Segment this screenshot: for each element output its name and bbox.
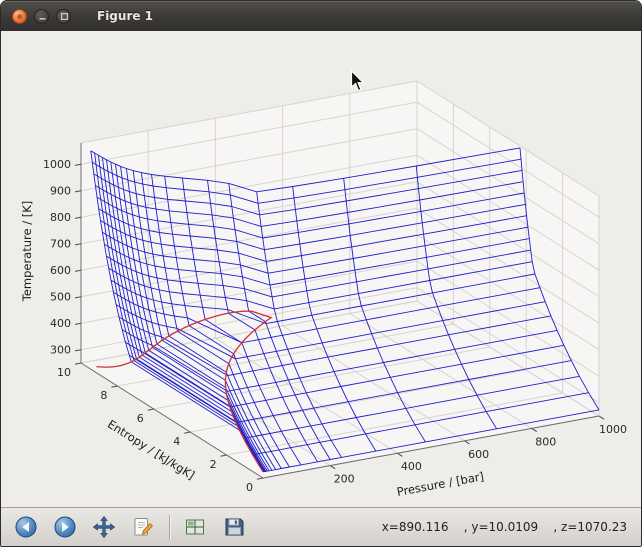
back-button[interactable] bbox=[12, 513, 40, 541]
svg-text:300: 300 bbox=[50, 344, 71, 357]
svg-text:Pressure / [bar]: Pressure / [bar] bbox=[396, 469, 485, 499]
svg-text:2: 2 bbox=[210, 458, 217, 471]
svg-text:1000: 1000 bbox=[43, 158, 71, 171]
svg-text:500: 500 bbox=[50, 291, 71, 304]
navigation-toolbar: x=890.116 , y=10.0109 , z=1070.23 bbox=[1, 507, 641, 546]
svg-text:6: 6 bbox=[137, 412, 144, 425]
minimize-icon bbox=[39, 18, 45, 20]
svg-text:10: 10 bbox=[57, 366, 71, 379]
maximize-button[interactable] bbox=[56, 8, 71, 24]
titlebar[interactable]: Figure 1 bbox=[1, 1, 641, 31]
svg-text:4: 4 bbox=[173, 435, 180, 448]
toolbar-separator bbox=[169, 515, 170, 539]
figure-canvas[interactable]: 0 2 4 6 8 10 200 400 600 800 1000 300 400 500 600 700 80… bbox=[1, 31, 641, 507]
figure-window: Figure 1 0 2 4 6 8 10 200 400 600 800 1000 300 400 50… bbox=[0, 0, 642, 547]
window-title: Figure 1 bbox=[97, 9, 154, 23]
svg-text:800: 800 bbox=[50, 211, 71, 224]
svg-text:400: 400 bbox=[50, 317, 71, 330]
svg-text:900: 900 bbox=[50, 185, 71, 198]
svg-text:400: 400 bbox=[401, 460, 422, 473]
svg-text:700: 700 bbox=[50, 238, 71, 251]
floppy-disk-icon bbox=[225, 518, 244, 536]
axes-panes bbox=[79, 80, 601, 479]
edit-button[interactable] bbox=[129, 513, 157, 541]
svg-text:800: 800 bbox=[535, 435, 556, 448]
minimize-button[interactable] bbox=[34, 8, 49, 24]
pan-arrows-icon bbox=[92, 515, 116, 539]
forward-icon bbox=[54, 516, 76, 538]
forward-button[interactable] bbox=[51, 513, 79, 541]
close-button[interactable] bbox=[12, 8, 27, 24]
svg-text:0: 0 bbox=[246, 481, 253, 494]
svg-text:Temperature / [K]: Temperature / [K] bbox=[20, 201, 34, 303]
svg-text:600: 600 bbox=[50, 264, 71, 277]
plot-3d-surface: 0 2 4 6 8 10 200 400 600 800 1000 300 400 500 600 700 80… bbox=[20, 80, 627, 499]
svg-text:200: 200 bbox=[334, 473, 355, 486]
pan-button[interactable] bbox=[90, 513, 118, 541]
pencil-page-icon bbox=[134, 518, 153, 536]
subplots-button[interactable] bbox=[181, 513, 209, 541]
svg-text:8: 8 bbox=[100, 389, 107, 402]
svg-text:600: 600 bbox=[468, 448, 489, 461]
subplots-grid-icon bbox=[186, 519, 204, 535]
maximize-icon bbox=[60, 12, 68, 21]
back-icon bbox=[15, 516, 37, 538]
cursor-coordinates: x=890.116 , y=10.0109 , z=1070.23 bbox=[381, 520, 627, 534]
save-button[interactable] bbox=[220, 513, 248, 541]
svg-text:1000: 1000 bbox=[599, 423, 627, 436]
